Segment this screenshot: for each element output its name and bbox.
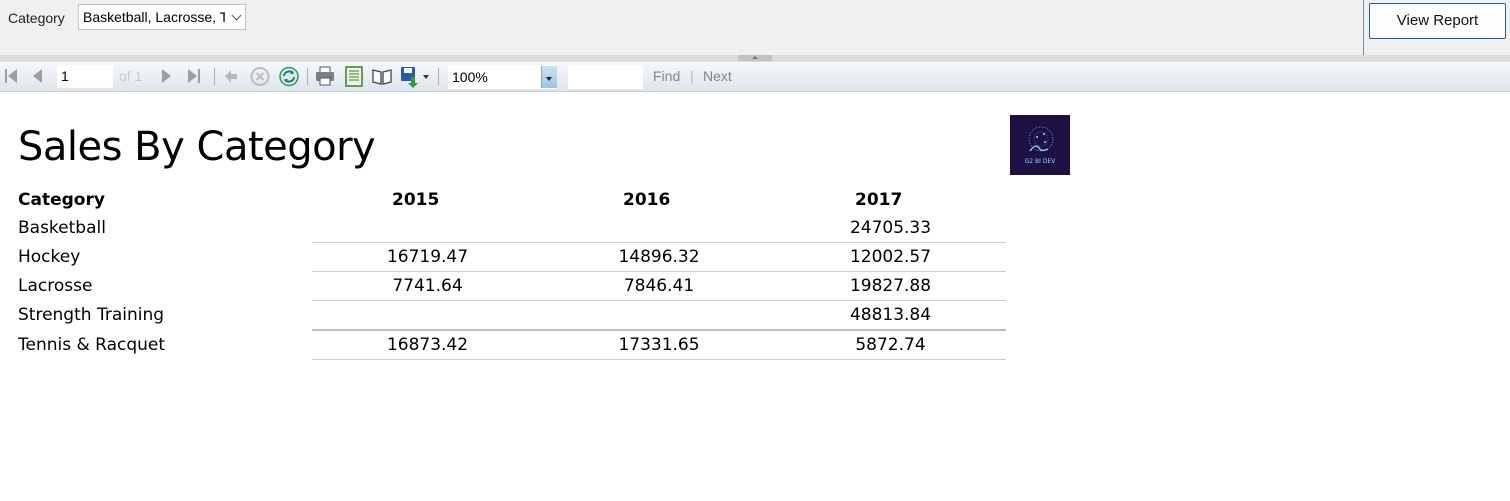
value-cell-2016: 14896.32 xyxy=(543,242,775,272)
value-cell-2015: 7741.64 xyxy=(312,271,543,301)
parameter-divider xyxy=(1363,0,1364,55)
category-cell: Hockey xyxy=(18,247,81,267)
back-icon[interactable] xyxy=(222,62,240,91)
sales-table: Category 2015 2016 2017 Basketball 24705… xyxy=(14,186,1006,360)
category-cell: Basketball xyxy=(18,218,106,239)
page-setup-icon[interactable] xyxy=(371,62,393,91)
refresh-icon[interactable] xyxy=(278,62,300,91)
next-page-icon[interactable] xyxy=(160,62,174,91)
value-cell-2015 xyxy=(312,300,543,331)
value-cell-2017: 19827.88 xyxy=(775,271,1006,301)
toolbar-separator xyxy=(438,68,439,85)
parameter-splitter[interactable] xyxy=(0,55,1510,62)
value-cell-2015: 16719.47 xyxy=(312,242,543,272)
table-row: Strength Training 48813.84 xyxy=(14,300,1006,331)
value-cell-2016: 17331.65 xyxy=(543,330,775,360)
parameter-area: Category Basketball, Lacrosse, T View Re… xyxy=(0,0,1510,55)
table-header-row: Category 2015 2016 2017 xyxy=(14,186,1006,214)
next-link[interactable]: Next xyxy=(703,68,732,84)
chevron-down-icon xyxy=(231,10,242,21)
last-page-icon[interactable] xyxy=(186,62,202,91)
collapse-parameters-icon[interactable] xyxy=(738,55,772,61)
table-row: Tennis & Racquet 16873.42 17331.65 5872.… xyxy=(14,330,1006,360)
page-number-input[interactable]: 1 xyxy=(57,65,113,88)
view-report-button[interactable]: View Report xyxy=(1369,3,1506,39)
zoom-select[interactable]: 100% xyxy=(448,65,556,89)
category-cell: Lacrosse xyxy=(18,276,93,296)
value-cell-2015 xyxy=(312,214,543,243)
export-icon[interactable] xyxy=(399,62,431,91)
print-icon[interactable] xyxy=(314,62,336,91)
page-count-text: of 1 xyxy=(119,68,143,84)
value-cell-2017: 24705.33 xyxy=(775,214,1006,243)
category-parameter-select[interactable]: Basketball, Lacrosse, T xyxy=(78,4,246,30)
find-separator: | xyxy=(690,68,694,84)
report-title: Sales By Category xyxy=(18,124,376,170)
value-cell-2016 xyxy=(543,300,775,331)
column-header-2015: 2015 xyxy=(392,190,440,210)
category-parameter-value: Basketball, Lacrosse, T xyxy=(83,9,225,25)
logo-graphic-icon xyxy=(1028,126,1054,152)
value-cell-2016: 7846.41 xyxy=(543,271,775,301)
value-cell-2016 xyxy=(543,214,775,243)
report-toolbar: 1 of 1 100% Find | Next xyxy=(0,62,1510,92)
previous-page-icon[interactable] xyxy=(31,62,45,91)
column-header-category: Category xyxy=(18,190,105,210)
zoom-dropdown-icon[interactable] xyxy=(541,66,557,88)
column-header-2016: 2016 xyxy=(623,190,671,210)
company-logo: G2 BI DEV xyxy=(1010,115,1070,175)
logo-text: G2 BI DEV xyxy=(1024,158,1056,165)
table-row: Basketball 24705.33 xyxy=(14,214,1006,243)
value-cell-2017: 48813.84 xyxy=(775,300,1006,331)
value-cell-2017: 12002.57 xyxy=(775,242,1006,272)
first-page-icon[interactable] xyxy=(4,62,20,91)
table-row: Lacrosse 7741.64 7846.41 19827.88 xyxy=(14,271,1006,301)
category-parameter-label: Category xyxy=(8,10,65,26)
column-header-2017: 2017 xyxy=(855,190,903,210)
category-cell: Tennis & Racquet xyxy=(18,334,166,355)
value-cell-2017: 5872.74 xyxy=(775,330,1006,360)
find-link[interactable]: Find xyxy=(653,68,680,84)
stop-icon[interactable] xyxy=(249,62,271,91)
find-text-input[interactable] xyxy=(568,65,643,89)
toolbar-separator xyxy=(214,68,215,85)
value-cell-2015: 16873.42 xyxy=(312,330,543,360)
table-row: Hockey 16719.47 14896.32 12002.57 xyxy=(14,242,1006,272)
category-cell: Strength Training xyxy=(18,305,165,326)
print-layout-icon[interactable] xyxy=(343,62,365,91)
toolbar-separator xyxy=(307,68,308,85)
